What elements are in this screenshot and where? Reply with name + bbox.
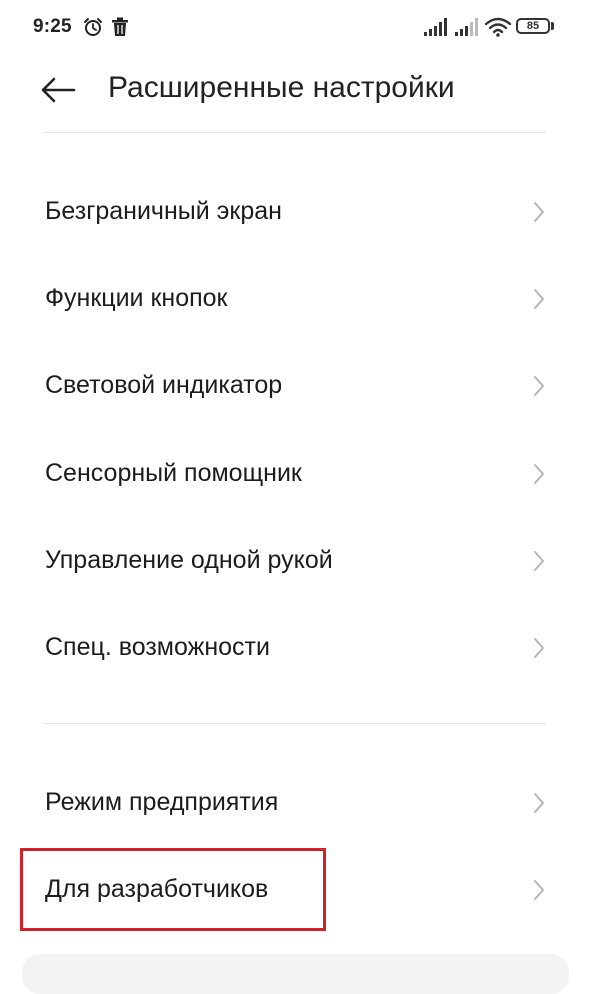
highlight-box: [20, 848, 326, 931]
menu-item-label: Управление одной рукой: [45, 546, 333, 574]
chevron-right-icon: [532, 792, 546, 814]
back-button[interactable]: [38, 70, 86, 110]
header: Расширенные настройки: [0, 56, 591, 122]
menu-item-button-functions[interactable]: Функции кнопок: [0, 255, 591, 342]
chevron-right-icon: [532, 201, 546, 223]
wifi-icon: [484, 17, 512, 42]
battery-icon: 85: [516, 18, 550, 34]
menu-item-label: Функции кнопок: [45, 284, 228, 312]
trash-icon: [111, 17, 129, 42]
signal-icon-2: [455, 18, 481, 41]
chevron-right-icon: [532, 550, 546, 572]
page-title: Расширенные настройки: [108, 71, 455, 104]
menu-item-enterprise-mode[interactable]: Режим предприятия: [0, 759, 591, 846]
menu-item-light-indicator[interactable]: Световой индикатор: [0, 342, 591, 429]
menu-item-label: Сенсорный помощник: [45, 459, 302, 487]
menu-item-accessibility[interactable]: Спец. возможности: [0, 604, 591, 691]
menu-item-label: Безграничный экран: [45, 197, 282, 225]
alarm-icon: [83, 17, 103, 42]
group-divider: [44, 723, 546, 724]
chevron-right-icon: [532, 288, 546, 310]
menu-item-label: Режим предприятия: [45, 788, 279, 816]
menu-item-one-hand-mode[interactable]: Управление одной рукой: [0, 517, 591, 604]
chevron-right-icon: [532, 375, 546, 397]
status-time: 9:25: [33, 16, 72, 37]
menu-item-borderless-screen[interactable]: Безграничный экран: [0, 168, 591, 255]
menu-item-label: Спец. возможности: [45, 633, 270, 661]
battery-tip: [551, 22, 554, 30]
menu-item-label: Световой индикатор: [45, 371, 283, 399]
chevron-right-icon: [532, 879, 546, 901]
chevron-right-icon: [532, 463, 546, 485]
menu-item-touch-assistant[interactable]: Сенсорный помощник: [0, 430, 591, 517]
chevron-right-icon: [532, 637, 546, 659]
status-bar: 9:25 85: [0, 0, 591, 56]
header-divider: [44, 132, 546, 133]
signal-icon: [424, 18, 450, 41]
bottom-card: [22, 954, 569, 994]
